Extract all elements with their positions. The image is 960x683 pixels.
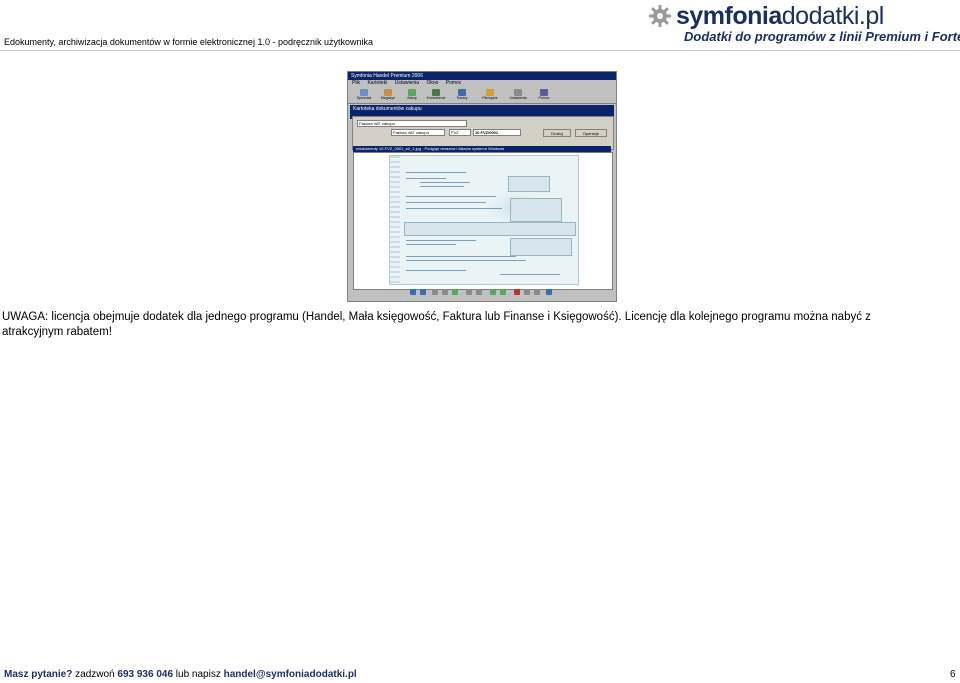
scan-block [508, 176, 550, 192]
scan-line [420, 182, 470, 183]
menu-item: Okno [426, 80, 439, 86]
zoom-in-icon [466, 289, 472, 295]
scan-line [406, 256, 516, 257]
scan-table [404, 222, 576, 236]
footer-email-link[interactable]: handel@symfoniadodatki.pl [224, 669, 357, 680]
toolbar-icon [408, 89, 416, 96]
actual-size-icon [442, 289, 448, 295]
menu-item: Ustawienia [394, 80, 420, 86]
scan-line [406, 202, 486, 203]
print-icon [524, 289, 530, 295]
scanned-invoice-image [389, 155, 579, 285]
toolbar-icon [432, 89, 440, 96]
scan-line [406, 260, 526, 261]
scan-line [406, 178, 446, 179]
logo-accent-text: dodatki.pl [781, 2, 885, 30]
footer-call-text: zadzwoń [75, 669, 115, 680]
logo-main-text: symfonia [676, 2, 782, 30]
help-icon [546, 289, 552, 295]
menu-item: Plik [352, 80, 361, 86]
viewer-toolbar [408, 288, 558, 298]
toolbar-icon [486, 89, 494, 96]
toolbar-button: Zakup [402, 89, 422, 102]
doc-number-field: 10 FVZ/0001 [473, 129, 521, 136]
page-footer: Masz pytanie? zadzwoń 693 936 046 lub na… [4, 669, 357, 680]
toolbar-button: Sprzedaż [354, 89, 374, 102]
toolbar-button: Magazyn [378, 89, 398, 102]
invoice-form: Faktura VAT zakupu Faktura VAT zakupu FV… [352, 116, 614, 150]
zoom-out-icon [476, 289, 482, 295]
toolbar-button: Towary [452, 89, 472, 102]
symfoniadodatki-logo: symfoniadodatki.pl Dodatki do programów … [648, 2, 960, 46]
gear-icon [649, 5, 671, 27]
footer-phone[interactable]: 693 936 046 [117, 669, 173, 680]
app-toolbar: Sprzedaż Magazyn Zakup Kontrahenci Towar… [348, 87, 616, 104]
scan-line [406, 196, 496, 197]
operations-button: Operacje [575, 129, 607, 137]
toolbar-button: Ustawienia [508, 89, 528, 102]
license-notice: UWAGA: licencja obejmuje dodatek dla jed… [2, 311, 871, 338]
toolbar-icon [458, 89, 466, 96]
page-number: 6 [950, 669, 956, 680]
footer-question: Masz pytanie? [4, 669, 73, 680]
menu-bar: Plik Kartoteki Ustawienia Okno Pomoc [348, 80, 616, 87]
scan-line [406, 270, 466, 271]
rotate-cw-icon [490, 289, 496, 295]
scan-line [406, 172, 466, 173]
header-divider [0, 50, 960, 51]
slideshow-icon [452, 289, 458, 295]
scan-line [406, 244, 456, 245]
toolbar-button: Pieniądze [480, 89, 500, 102]
image-viewer [353, 152, 613, 290]
print-button: Drukuj [543, 129, 571, 137]
doc-type-field: FVZ [449, 129, 471, 136]
logo-wordmark: symfoniadodatki.pl [676, 2, 884, 31]
scan-line [406, 208, 502, 209]
menu-item: Kartoteki [367, 80, 388, 86]
form-title-field: Faktura VAT zakupu [391, 129, 445, 136]
scan-block [510, 238, 572, 256]
fit-icon [432, 289, 438, 295]
logo-tagline: Dodatki do programów z linii Premium i F… [684, 29, 960, 44]
toolbar-button: Kontrahenci [426, 89, 446, 102]
rotate-ccw-icon [500, 289, 506, 295]
scan-block [510, 198, 562, 222]
next-icon [420, 289, 426, 295]
document-title: Edokumenty, archiwizacja dokumentów w fo… [4, 37, 373, 47]
toolbar-button: Pomoc [534, 89, 554, 102]
delete-icon [514, 289, 520, 295]
toolbar-icon [360, 89, 368, 96]
toolbar-icon [540, 89, 548, 96]
window-title-bar: Symfonia Handel Premium 2006 [348, 72, 616, 80]
prev-icon [410, 289, 416, 295]
footer-or-write-text: lub napisz [175, 669, 221, 680]
scan-line [406, 240, 476, 241]
scan-line [420, 186, 464, 187]
toolbar-icon [384, 89, 392, 96]
scan-margin-strip [390, 156, 400, 284]
scan-line [500, 274, 560, 275]
save-icon [534, 289, 540, 295]
form-title-field: Faktura VAT zakupu [357, 120, 467, 127]
application-screenshot: Symfonia Handel Premium 2006 Plik Kartot… [347, 71, 617, 302]
toolbar-icon [514, 89, 522, 96]
menu-item: Pomoc [445, 80, 462, 86]
